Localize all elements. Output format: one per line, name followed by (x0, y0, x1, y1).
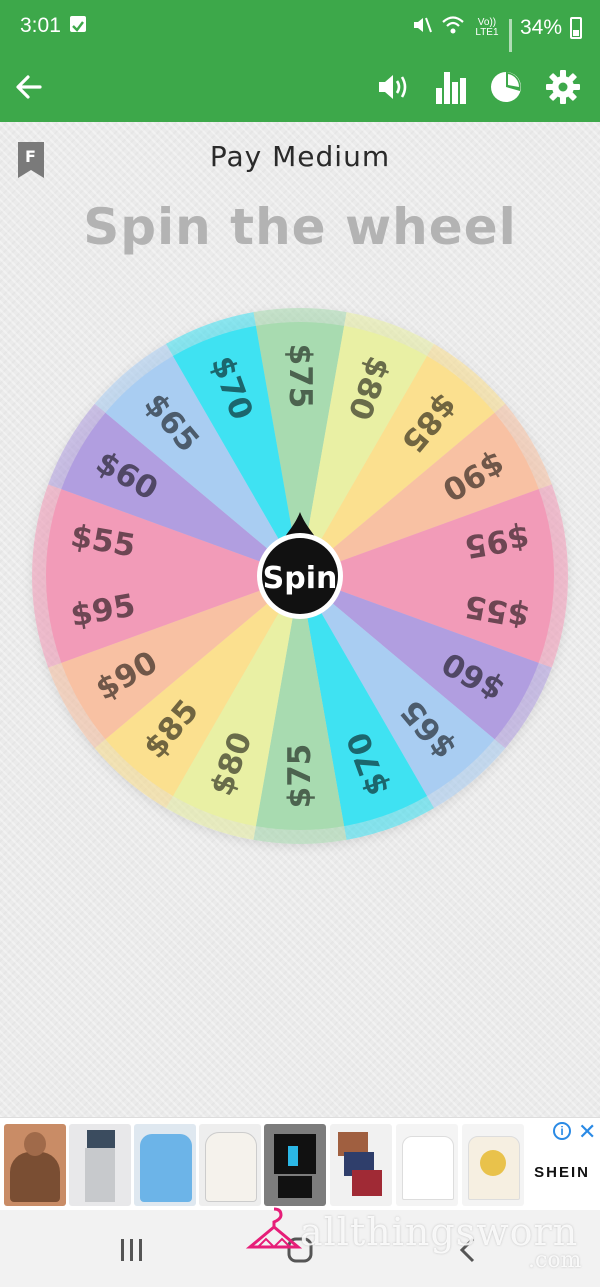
results-button[interactable] (483, 64, 529, 110)
prize-wheel[interactable]: $75 $80$85$90$95$55$60$65$70$75$80$85$90$… (20, 296, 580, 856)
ad-info-icon[interactable]: i (553, 1122, 571, 1140)
watermark-suffix: .com (528, 1248, 582, 1273)
ad-product-set-black[interactable] (264, 1124, 326, 1206)
ad-close-icon[interactable]: ✕ (578, 1119, 596, 1145)
ad-product-tshirt-white[interactable] (396, 1124, 458, 1206)
wheel-segment-label: $75 (282, 344, 318, 409)
wifi-icon (441, 14, 465, 42)
wheel-segment-label: $75 (282, 744, 318, 809)
back-arrow-icon (16, 75, 42, 99)
ad-product-tshirt-graphic[interactable] (462, 1124, 524, 1206)
back-button[interactable] (6, 64, 52, 110)
spin-label: Spin (263, 561, 338, 596)
ad-product-tshirt-print[interactable] (4, 1124, 66, 1206)
sound-icon (379, 75, 407, 99)
ad-product-shirts-stack[interactable] (330, 1124, 392, 1206)
settings-gear-icon (546, 70, 580, 104)
ad-product-jeans[interactable] (69, 1124, 131, 1206)
recents-button[interactable] (102, 1228, 162, 1272)
mute-icon (411, 14, 433, 42)
notification-check-icon (70, 16, 86, 32)
pie-chart-icon (491, 72, 521, 102)
mode-title: Pay Medium (209, 140, 391, 173)
status-time: 3:01 (20, 14, 61, 37)
network-label: Vo)) LTE1 (475, 17, 499, 38)
battery-percent: 34% (519, 16, 562, 39)
settings-button[interactable] (540, 64, 586, 110)
headline: Spin the wheel (83, 198, 517, 256)
recents-icon (121, 1239, 142, 1261)
status-bar: 3:01 Vo)) LTE1 34% (0, 0, 600, 63)
app-bar (0, 52, 600, 122)
ad-banner[interactable]: i ✕ SHEIN (0, 1117, 600, 1210)
battery-icon (570, 17, 582, 39)
stats-button[interactable] (427, 64, 473, 110)
sound-button[interactable] (370, 64, 416, 110)
hanger-logo-icon (245, 1207, 303, 1249)
ad-product-hoodie-blue[interactable] (134, 1124, 196, 1206)
ad-product-jacket-white[interactable] (199, 1124, 261, 1206)
ad-brand[interactable]: SHEIN (534, 1164, 590, 1181)
status-icons: Vo)) LTE1 34% (411, 14, 582, 63)
signal-icon (508, 19, 512, 63)
stats-icon (436, 72, 466, 104)
